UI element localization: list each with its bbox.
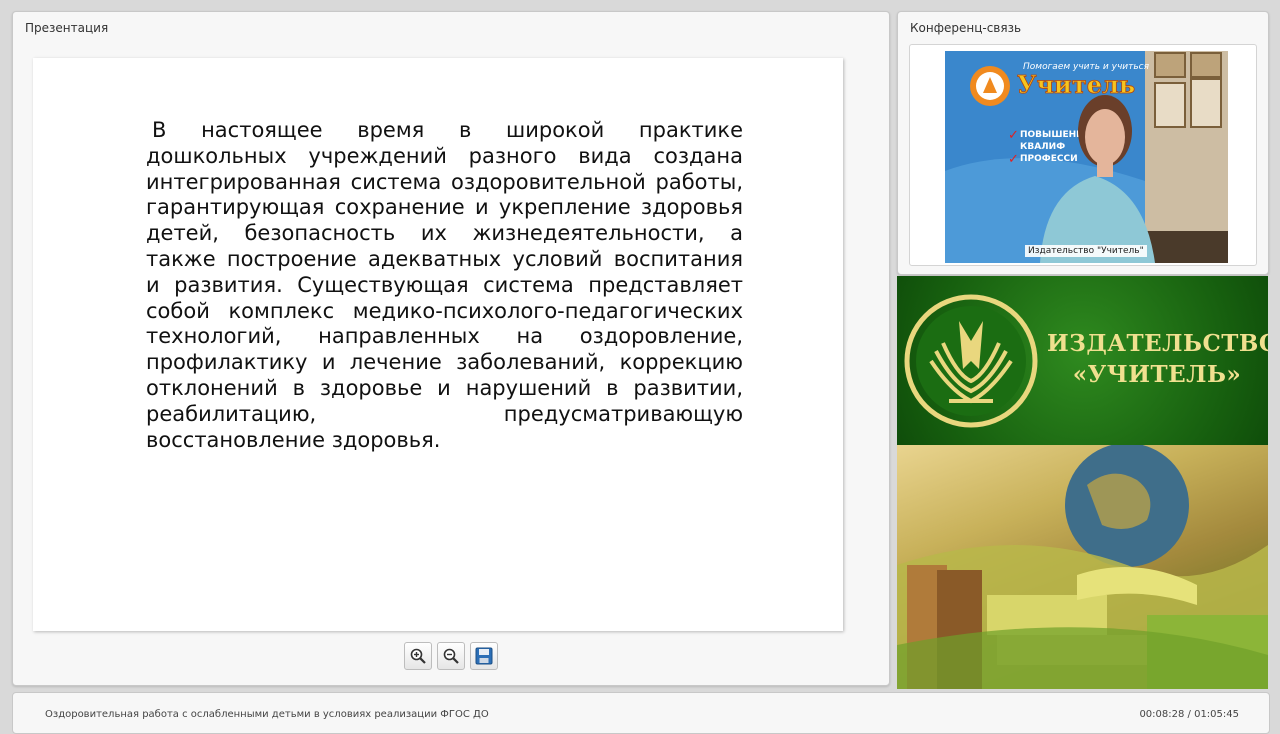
zoom-in-button[interactable] xyxy=(404,642,432,670)
slide: В настоящее время в широкой практике дош… xyxy=(33,58,843,631)
banner-title: ИЗДАТЕЛЬСТВО «УЧИТЕЛЬ» xyxy=(1047,328,1268,390)
poster-logo-text: Учитель xyxy=(1017,70,1135,99)
conference-panel: Конференц-связь Помогаем учить и учиться… xyxy=(897,11,1269,275)
webcam-image: Помогаем учить и учиться Учитель ПОВЫШЕН… xyxy=(945,51,1228,263)
books-globe-image xyxy=(897,443,1268,689)
zoom-out-icon xyxy=(443,648,459,664)
save-icon xyxy=(475,647,493,665)
presentation-panel-title: Презентация xyxy=(25,21,109,35)
playback-time: 00:08:28 / 01:05:45 xyxy=(1139,709,1239,720)
svg-text:✓: ✓ xyxy=(1008,128,1019,143)
banner-title-line-2: «УЧИТЕЛЬ» xyxy=(1072,361,1242,388)
video-caption: Издательство "Учитель" xyxy=(1025,245,1147,257)
publisher-banner: ИЗДАТЕЛЬСТВО «УЧИТЕЛЬ» xyxy=(897,276,1268,689)
svg-text:✓: ✓ xyxy=(1008,152,1019,167)
banner-books-image xyxy=(897,443,1268,689)
banner-logo-area: ИЗДАТЕЛЬСТВО «УЧИТЕЛЬ» xyxy=(897,276,1268,445)
zoom-in-icon xyxy=(410,648,426,664)
poster-line-2: КВАЛИФ xyxy=(1020,142,1065,152)
banner-title-line-1: ИЗДАТЕЛЬСТВО xyxy=(1047,330,1268,357)
save-button[interactable] xyxy=(470,642,498,670)
footer-bar: Оздоровительная работа с ослабленными де… xyxy=(12,692,1270,734)
publisher-logo-icon xyxy=(904,294,1038,428)
slide-text: В настоящее время в широкой практике дош… xyxy=(146,118,743,452)
video-frame: Помогаем учить и учиться Учитель ПОВЫШЕН… xyxy=(909,44,1257,266)
video-feed[interactable]: Помогаем учить и учиться Учитель ПОВЫШЕН… xyxy=(945,51,1228,263)
presentation-panel: Презентация В настоящее время в широкой … xyxy=(12,11,890,686)
poster-line-3: ПРОФЕССИ xyxy=(1020,154,1078,164)
zoom-out-button[interactable] xyxy=(437,642,465,670)
webinar-title: Оздоровительная работа с ослабленными де… xyxy=(45,709,489,720)
conference-panel-title: Конференц-связь xyxy=(910,21,1022,35)
